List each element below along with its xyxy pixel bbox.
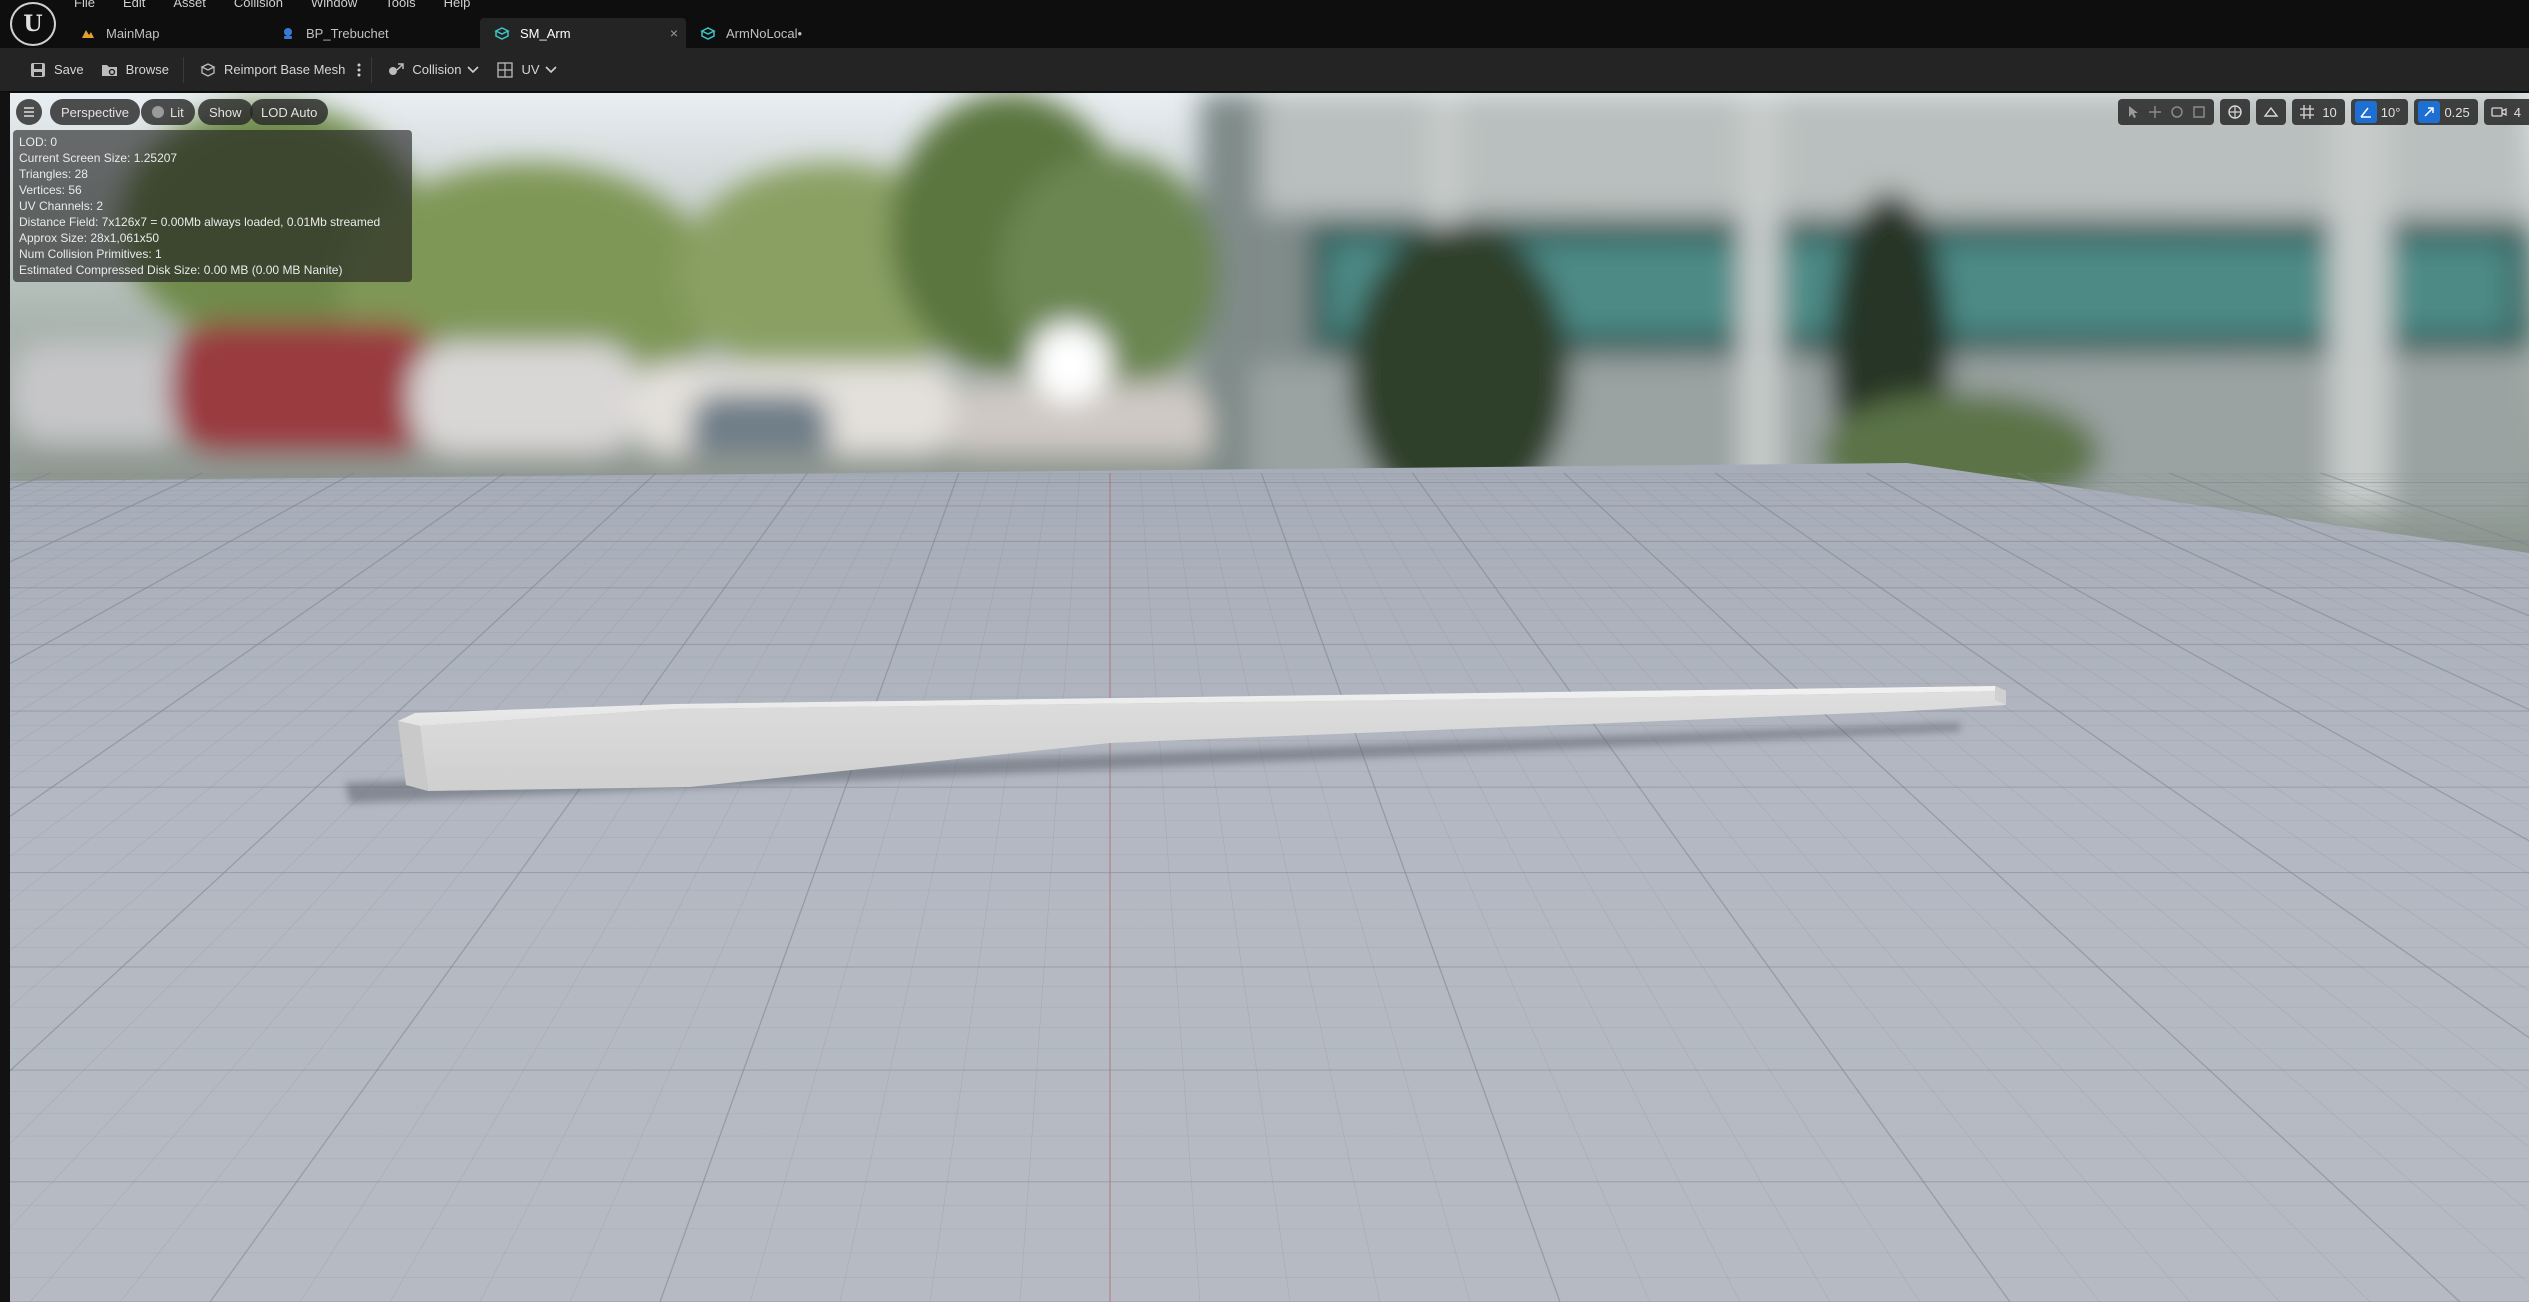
document-tabs: MainMap BP_Trebuchet SM_Arm × ArmNoLocal… <box>66 18 826 48</box>
tab-mainmap[interactable]: MainMap <box>66 18 266 48</box>
surface-snap-group <box>2256 99 2287 125</box>
coordinate-system-group <box>2220 99 2251 125</box>
grid-snap-group: 10 <box>2292 99 2345 125</box>
static-mesh-icon <box>700 26 716 40</box>
unreal-logo-icon[interactable]: U <box>10 2 56 46</box>
chevron-down-icon <box>466 65 479 73</box>
surface-snapping-icon[interactable] <box>2260 101 2282 123</box>
rotate-tool-icon[interactable] <box>2166 101 2188 123</box>
camera-speed-icon[interactable] <box>2488 101 2510 123</box>
stat-collision-primitives: Num Collision Primitives: 1 <box>19 247 162 261</box>
blueprint-icon <box>280 26 296 40</box>
tab-label: ArmNoLocal• <box>726 25 803 41</box>
viewport-frame: Perspective Lit Show LOD Auto 10 10° 0.2… <box>0 92 2529 1302</box>
lod-label: LOD Auto <box>261 104 318 120</box>
stat-uv-channels: UV Channels: 2 <box>19 199 104 213</box>
title-bar: U File Edit Asset Collision Window Tools… <box>0 0 2529 48</box>
stat-disk-size: Estimated Compressed Disk Size: 0.00 MB … <box>19 263 343 277</box>
more-options-icon[interactable] <box>353 55 365 85</box>
save-label: Save <box>54 62 84 77</box>
folder-search-icon <box>100 61 120 79</box>
menu-window[interactable]: Window <box>297 0 371 12</box>
tab-label: MainMap <box>106 25 160 41</box>
toolbar-separator <box>371 56 373 83</box>
browse-button[interactable]: Browse <box>92 55 177 85</box>
browse-label: Browse <box>125 62 169 77</box>
chevron-down-icon <box>545 65 557 73</box>
scale-snap-icon[interactable] <box>2418 101 2441 123</box>
collision-dropdown[interactable]: Collision <box>378 55 487 85</box>
save-button[interactable]: Save <box>20 55 92 85</box>
reimport-icon <box>198 61 218 79</box>
hamburger-menu-icon <box>24 107 34 117</box>
uv-dropdown[interactable]: UV <box>488 55 566 85</box>
show-button[interactable]: Show <box>198 99 253 125</box>
translate-tool-icon[interactable] <box>2144 101 2166 123</box>
lod-auto-button[interactable]: LOD Auto <box>250 99 329 125</box>
tab-sm-arm[interactable]: SM_Arm × <box>480 18 686 48</box>
menu-bar: File Edit Asset Collision Window Tools H… <box>60 0 484 12</box>
menu-file[interactable]: File <box>60 0 109 12</box>
static-mesh-icon <box>494 26 510 40</box>
view-mode-lit-button[interactable]: Lit <box>141 99 195 125</box>
scale-tool-icon[interactable] <box>2188 101 2210 123</box>
stat-distance-field: Distance Field: 7x126x7 = 0.00Mb always … <box>19 215 381 229</box>
menu-collision[interactable]: Collision <box>220 0 297 12</box>
world-coordinates-icon[interactable] <box>2224 101 2246 123</box>
stat-vertices: Vertices: 56 <box>19 183 82 197</box>
lit-sphere-icon <box>152 106 164 118</box>
menu-tools[interactable]: Tools <box>371 0 429 12</box>
tab-bp-trebuchet[interactable]: BP_Trebuchet <box>266 18 480 48</box>
menu-help[interactable]: Help <box>430 0 485 12</box>
menu-edit[interactable]: Edit <box>109 0 159 12</box>
mesh-viewport[interactable]: Perspective Lit Show LOD Auto 10 10° 0.2… <box>10 93 2529 1302</box>
show-label: Show <box>209 104 242 120</box>
stat-screen-size: Current Screen Size: 1.25207 <box>19 151 178 165</box>
save-icon <box>28 61 48 79</box>
grid-snap-icon[interactable] <box>2296 101 2318 123</box>
reimport-label: Reimport Base Mesh <box>224 62 346 77</box>
transform-tools <box>2118 99 2215 125</box>
reimport-base-mesh-button[interactable]: Reimport Base Mesh <box>190 55 353 85</box>
perspective-label: Perspective <box>61 104 129 120</box>
close-icon[interactable]: × <box>670 25 678 41</box>
uv-label: UV <box>521 62 540 77</box>
map-icon <box>80 26 96 40</box>
viewport-transform-toolbar: 10 10° 0.25 4 <box>2118 99 2529 125</box>
stat-approx-size: Approx Size: 28x1,061x50 <box>19 231 160 245</box>
tab-armnolocal[interactable]: ArmNoLocal• <box>686 18 826 48</box>
toolbar-separator <box>183 56 184 83</box>
collision-label: Collision <box>412 62 462 77</box>
menu-asset[interactable]: Asset <box>159 0 220 12</box>
mesh-stats-overlay: LOD: 0 Current Screen Size: 1.25207 Tria… <box>13 130 412 282</box>
tab-label: BP_Trebuchet <box>306 25 389 41</box>
perspective-button[interactable]: Perspective <box>50 99 140 125</box>
rotation-snap-value[interactable]: 10° <box>2377 105 2405 120</box>
asset-toolbar: Save Browse Reimport Base Mesh Collision… <box>0 48 2529 92</box>
grid-snap-value[interactable]: 10 <box>2318 105 2340 120</box>
camera-speed-value[interactable]: 4 <box>2510 105 2525 120</box>
rotation-snap-group: 10° <box>2350 99 2409 125</box>
stat-lod: LOD: 0 <box>19 135 58 149</box>
viewport-options-button[interactable] <box>16 99 42 125</box>
uv-icon <box>496 61 516 79</box>
scale-snap-group: 0.25 <box>2414 99 2478 125</box>
lit-label: Lit <box>170 104 184 120</box>
select-tool-icon[interactable] <box>2122 101 2144 123</box>
stat-triangles: Triangles: 28 <box>19 167 88 181</box>
camera-speed-group: 4 <box>2483 99 2529 125</box>
rotation-snap-icon[interactable] <box>2354 101 2377 123</box>
collision-icon <box>386 61 406 79</box>
scale-snap-value[interactable]: 0.25 <box>2440 105 2473 120</box>
tab-label: SM_Arm <box>520 25 571 41</box>
